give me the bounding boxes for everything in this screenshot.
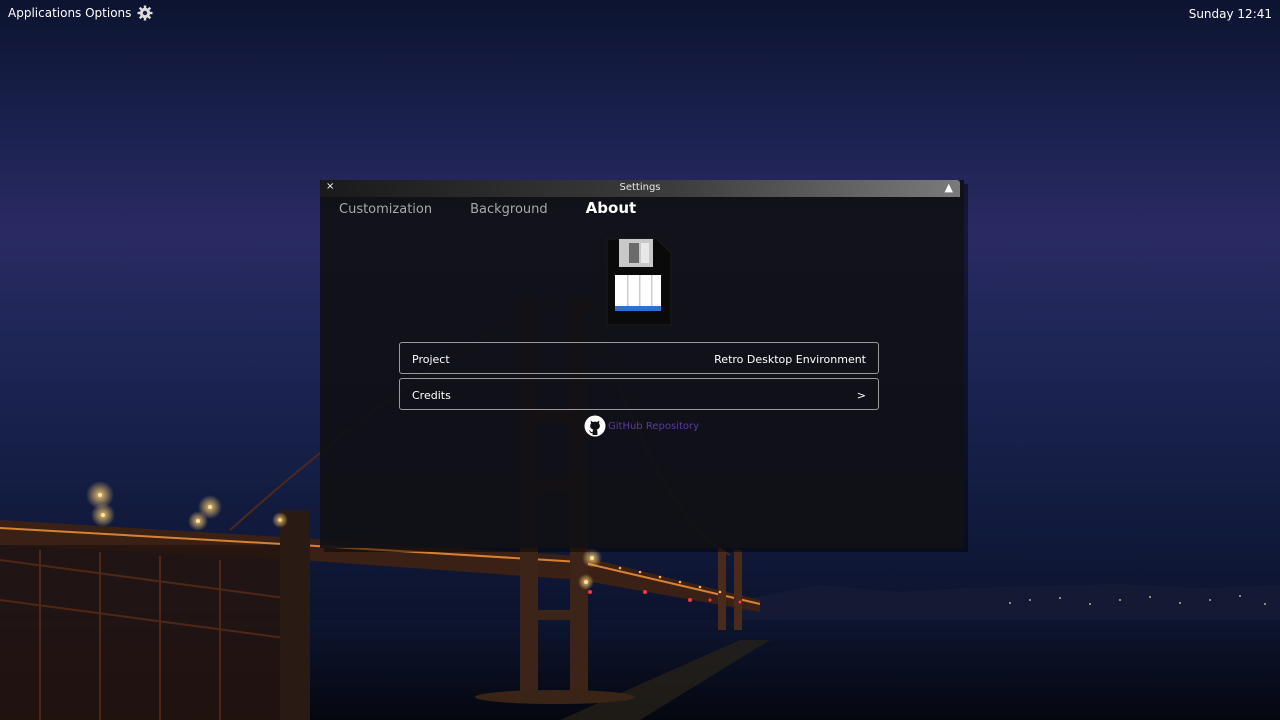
desktop: Applications Options Sunday 12:41 × Sett…	[0, 0, 1280, 720]
credits-label: Credits	[412, 389, 451, 402]
github-link-label: GitHub Repository	[608, 420, 700, 432]
github-icon	[584, 415, 606, 437]
collapse-icon[interactable]: ▲	[945, 181, 953, 194]
applications-options-label: Applications Options	[8, 6, 132, 20]
tab-customization[interactable]: Customization	[339, 202, 432, 217]
credits-row[interactable]: Credits >	[399, 378, 879, 410]
project-label: Project	[412, 353, 450, 366]
window-title: Settings	[619, 182, 661, 193]
tab-background[interactable]: Background	[470, 202, 548, 217]
github-repository-link[interactable]: GitHub Repository	[584, 415, 699, 437]
tab-bar: Customization Background About	[339, 199, 674, 217]
chevron-right-icon: >	[856, 389, 866, 402]
applications-options-menu[interactable]: Applications Options	[8, 5, 153, 21]
tab-about[interactable]: About	[586, 199, 637, 217]
gear-icon[interactable]	[137, 5, 153, 21]
clock: Sunday 12:41	[1188, 7, 1272, 21]
project-row: Project Retro Desktop Environment	[399, 342, 879, 374]
settings-window: × Settings ▲ Customization Background Ab…	[320, 180, 964, 548]
floppy-disk-icon	[606, 238, 672, 326]
project-value: Retro Desktop Environment	[714, 353, 866, 366]
titlebar[interactable]: × Settings ▲	[320, 180, 960, 197]
